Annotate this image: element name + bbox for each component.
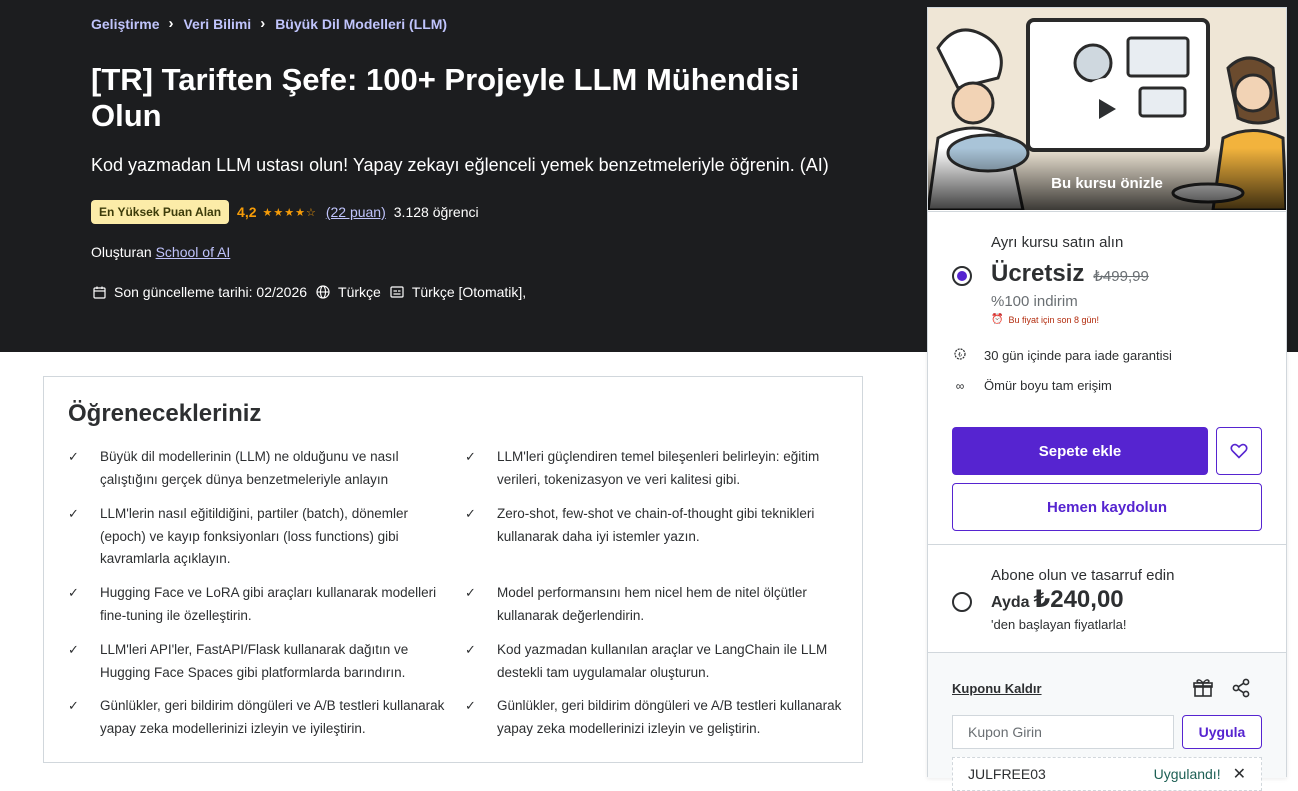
feature-text: Ömür boyu tam erişim — [984, 378, 1112, 393]
discount-text: %100 indirim — [991, 293, 1078, 310]
updated-text: Son güncelleme tarihi: 02/2026 — [114, 284, 308, 300]
calendar-icon — [91, 284, 107, 300]
breadcrumb-item-llm[interactable]: Büyük Dil Modelleri (LLM) — [275, 16, 447, 32]
feature-refund: ₺ 30 gün içinde para iade garantisi — [952, 348, 1172, 363]
refund-icon: ₺ — [952, 348, 968, 363]
captions-text: Türkçe [Otomatik], — [411, 284, 527, 300]
rating-count-link[interactable]: (22 puan) — [326, 204, 386, 220]
heart-icon — [1230, 443, 1248, 459]
breadcrumb-item-data-science[interactable]: Veri Bilimi — [183, 16, 251, 32]
infinity-icon: ∞ — [955, 378, 965, 393]
creator-link[interactable]: School of AI — [156, 244, 231, 260]
learn-item: ✓ Hugging Face ve LoRA gibi araçları kull… — [68, 582, 445, 627]
current-price: Ücretsiz — [991, 260, 1085, 287]
learn-item: ✓ Zero-shot, few-shot ve chain-of-thought… — [465, 503, 842, 548]
apply-coupon-button[interactable]: Uygula — [1182, 715, 1262, 749]
coupon-status: Uygulandı! — [1153, 766, 1221, 782]
check-icon: ✓ — [465, 642, 476, 657]
close-icon[interactable]: ✕ — [1233, 764, 1246, 784]
creator-label: Oluşturan — [91, 244, 152, 260]
subscribe-heading: Abone olun ve tasarruf edin — [991, 567, 1175, 584]
check-icon: ✓ — [465, 506, 476, 521]
subscribe-option: Abone olun ve tasarruf edin Ayda ₺240,00… — [928, 544, 1286, 652]
remove-coupon-link[interactable]: Kuponu Kaldır — [952, 681, 1042, 696]
buy-heading: Ayrı kursu satın alın — [991, 234, 1124, 251]
monthly-value: ₺240,00 — [1033, 586, 1124, 613]
applied-coupon: JULFREE03 Uygulandı! ✕ — [952, 757, 1262, 791]
chevron-right-icon: › — [260, 15, 266, 32]
check-icon: ✓ — [68, 585, 79, 600]
from-text: 'den başlayan fiyatlarla! — [991, 617, 1127, 632]
check-icon: ✓ — [465, 449, 476, 464]
breadcrumb: Geliştirme › Veri Bilimi › Büyük Dil Mod… — [91, 15, 447, 32]
alarm-clock-icon: ⏰ — [991, 314, 1004, 325]
globe-icon — [315, 284, 331, 300]
preview-label: Bu kursu önizle — [1051, 175, 1163, 192]
learn-item: ✓ LLM'leri API'ler, FastAPI/Flask kullana… — [68, 639, 445, 684]
breadcrumb-item-development[interactable]: Geliştirme — [91, 16, 159, 32]
subscribe-radio[interactable] — [952, 592, 972, 612]
check-icon: ✓ — [465, 585, 476, 600]
play-icon — [1099, 99, 1116, 119]
check-icon: ✓ — [68, 698, 79, 713]
price-block: Ücretsiz ₺499,99 — [991, 260, 1149, 288]
monthly-price: Ayda ₺240,00 — [991, 585, 1124, 614]
feature-lifetime: ∞ Ömür boyu tam erişim — [952, 378, 1112, 393]
creator-line: Oluşturan School of AI — [91, 244, 230, 260]
check-icon: ✓ — [68, 506, 79, 521]
original-price: ₺499,99 — [1093, 268, 1149, 285]
bestseller-badge: En Yüksek Puan Alan — [91, 200, 230, 224]
wishlist-button[interactable] — [1216, 427, 1262, 475]
learn-item: ✓ Büyük dil modellerinin (LLM) ne olduğun… — [68, 446, 445, 491]
feature-text: 30 gün içinde para iade garantisi — [984, 348, 1172, 363]
learn-item: ✓ Model performansını hem nicel hem de ni… — [465, 582, 842, 627]
learn-item: ✓ LLM'leri güçlendiren temel bileşenleri … — [465, 446, 842, 491]
svg-text:₺: ₺ — [958, 352, 962, 359]
rating-value: 4,2 — [237, 204, 257, 220]
learn-item: ✓ Günlükler, geri bildirim döngüleri ve A… — [465, 695, 842, 740]
meta-language: Türkçe — [315, 284, 381, 300]
purchase-sidebar: Bu kursu önizle Ayrı kursu satın alın Üc… — [927, 7, 1287, 791]
check-icon: ✓ — [68, 449, 79, 464]
meta-updated: Son güncelleme tarihi: 02/2026 — [91, 284, 307, 300]
learn-item: ✓ Günlükler, geri bildirim döngüleri ve A… — [68, 695, 445, 740]
check-icon: ✓ — [68, 642, 79, 657]
play-button[interactable] — [1076, 78, 1138, 140]
coupon-input[interactable]: Kupon Girin — [952, 715, 1174, 749]
star-rating-icon: ★★★★☆ — [262, 206, 317, 219]
chevron-right-icon: › — [168, 15, 174, 32]
course-title: [TR] Tariften Şefe: 100+ Projeyle LLM Mü… — [91, 62, 800, 133]
learn-item: ✓ Kod yazmadan kullanılan araçlar ve Lang… — [465, 639, 842, 684]
share-icon[interactable] — [1230, 677, 1252, 699]
course-subtitle: Kod yazmadan LLM ustası olun! Yapay zeka… — [91, 155, 829, 175]
learn-heading: Öğrenecekleriniz — [68, 400, 262, 427]
meta-captions: Türkçe [Otomatik], — [389, 284, 526, 300]
learn-item: ✓ LLM'lerin nasıl eğitildiğini, partiler … — [68, 503, 445, 571]
timer: ⏰ Bu fiyat için son 8 gün! — [991, 314, 1099, 325]
captions-icon — [389, 284, 405, 300]
course-meta: Son güncelleme tarihi: 02/2026 Türkçe Tü… — [91, 284, 534, 300]
coupon-section: Kuponu Kaldır Kupon Girin Uygula JULFREE… — [928, 652, 1286, 791]
timer-text: Bu fiyat için son 8 gün! — [1008, 314, 1100, 325]
check-icon: ✓ — [465, 698, 476, 713]
student-count: 3.128 öğrenci — [393, 204, 479, 220]
buy-radio[interactable] — [952, 266, 972, 286]
language-text: Türkçe — [338, 284, 381, 300]
buy-option: Ayrı kursu satın alın Ücretsiz ₺499,99 %… — [928, 211, 1286, 544]
what-you-will-learn: Öğrenecekleriniz ✓ Büyük dil modellerinin… — [43, 376, 863, 763]
gift-icon[interactable] — [1192, 677, 1214, 699]
course-preview[interactable]: Bu kursu önizle — [928, 8, 1286, 210]
enroll-now-button[interactable]: Hemen kaydolun — [952, 483, 1262, 531]
add-to-cart-button[interactable]: Sepete ekle — [952, 427, 1208, 475]
coupon-code: JULFREE03 — [968, 766, 1046, 782]
rating-row: En Yüksek Puan Alan 4,2 ★★★★☆ (22 puan) … — [91, 200, 479, 224]
monthly-label: Ayda — [991, 594, 1030, 611]
